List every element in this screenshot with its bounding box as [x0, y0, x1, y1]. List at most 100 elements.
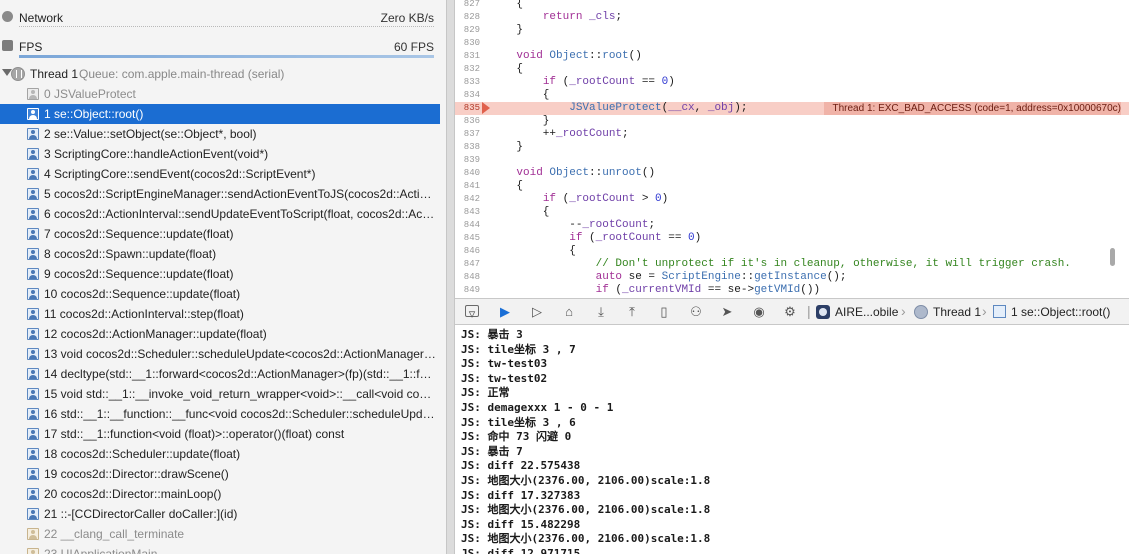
stack-frame-row[interactable]: 4 ScriptingCore::sendEvent(cocos2d::Scri… — [0, 164, 440, 184]
stack-frame-icon — [27, 328, 39, 340]
breakpoints-toggle-button[interactable]: ▶ — [497, 304, 513, 319]
stack-frame-icon — [27, 428, 39, 440]
line-number: 841 — [463, 181, 480, 191]
hide-debug-area-button[interactable]: ▿ — [465, 305, 479, 321]
code-text: } — [490, 24, 524, 36]
line-number: 847 — [463, 259, 480, 269]
code-line: 828 return _cls; — [455, 11, 1129, 24]
stack-frame-row[interactable]: 16 std::__1::__function::__func<void coc… — [0, 404, 440, 424]
stack-frame-icon — [27, 348, 39, 360]
stack-frame-icon — [27, 228, 39, 240]
code-text: if (_rootCount == 0) — [569, 232, 702, 244]
step-over-button[interactable]: ⌂ — [561, 304, 577, 319]
separator: | — [807, 303, 811, 319]
console-line: JS: tile坐标 3 , 6 — [461, 415, 576, 429]
line-number: 840 — [463, 168, 480, 178]
line-number: 838 — [463, 142, 480, 152]
thread-icon — [914, 305, 928, 319]
stack-frame-row[interactable]: 17 std::__1::function<void (float)>::ope… — [0, 424, 440, 444]
code-line: 834 { — [455, 89, 1129, 102]
stack-frame-row[interactable]: 10 cocos2d::Sequence::update(float) — [0, 284, 440, 304]
stack-frame-icon — [27, 148, 39, 160]
console-line: JS: 正常 — [461, 386, 510, 400]
code-line: 845 if (_rootCount == 0) — [455, 232, 1129, 245]
stack-frame-row[interactable]: 5 cocos2d::ScriptEngineManager::sendActi… — [0, 184, 440, 204]
view-hierarchy-button[interactable]: ▯ — [656, 304, 672, 319]
line-number: 833 — [463, 77, 480, 87]
thread-queue: Queue: com.apple.main-thread (serial) — [79, 67, 285, 81]
stack-frame-row[interactable]: 12 cocos2d::ActionManager::update(float) — [0, 324, 440, 344]
memory-graph-button[interactable]: ⚇ — [688, 304, 704, 319]
thread-name: Thread 1 — [30, 67, 79, 81]
console-output[interactable]: JS: 暴击 3 JS: tile坐标 3 , 7 JS: tw-test03 JS:… — [455, 325, 1129, 554]
breadcrumb-thread[interactable]: Thread 1 — [933, 305, 981, 319]
step-into-button[interactable]: ⤓ — [593, 304, 609, 319]
step-out-button[interactable]: ⤒ — [624, 304, 640, 319]
network-gauge-icon — [2, 11, 13, 22]
gauge-name: Network — [19, 11, 64, 25]
stack-frame-row[interactable]: 15 void std::__1::__invoke_void_return_w… — [0, 384, 440, 404]
stack-frame-row[interactable]: 13 void cocos2d::Scheduler::scheduleUpda… — [0, 344, 440, 364]
code-text: return _cls; — [542, 11, 623, 23]
gauge-baseline — [19, 26, 434, 27]
stack-frame-row[interactable]: 19 cocos2d::Director::drawScene() — [0, 464, 440, 484]
code-line: 841 { — [455, 180, 1129, 193]
stack-frame-icon — [27, 128, 39, 140]
code-text: { — [490, 245, 576, 257]
stack-frame-row[interactable]: 1 se::Object::root() — [0, 104, 440, 124]
source-editor[interactable]: 827 {828 return _cls; 829 } 830 831 void Ob… — [455, 0, 1129, 298]
code-text: { — [490, 0, 524, 10]
stack-frame-row[interactable]: 23 UIApplicationMain — [0, 544, 440, 554]
stack-frame-row[interactable]: 3 ScriptingCore::handleActionEvent(void*… — [0, 144, 440, 164]
stack-frame-icon — [27, 168, 39, 180]
location-button[interactable]: ➤ — [719, 304, 735, 319]
editor-scrollbar[interactable] — [1110, 248, 1115, 266]
code-text: if (_currentVMId == se->getVMId()) — [595, 284, 821, 296]
stack-frame-row[interactable]: 22 __clang_call_terminate — [0, 524, 440, 544]
code-line: 843 { — [455, 206, 1129, 219]
stack-frame-icon — [27, 208, 39, 220]
split-view-divider[interactable] — [446, 0, 455, 554]
code-line: 844 --_rootCount; — [455, 219, 1129, 232]
console-line: JS: diff 12.971715 — [461, 547, 581, 554]
line-number: 829 — [463, 25, 480, 35]
console-line: JS: tile坐标 3 , 7 — [461, 342, 576, 356]
code-line: 830 — [455, 37, 1129, 50]
stack-frame-row[interactable]: 7 cocos2d::Sequence::update(float) — [0, 224, 440, 244]
stack-frame-row[interactable]: 11 cocos2d::ActionInterval::step(float) — [0, 304, 440, 324]
stack-frame-row[interactable]: 18 cocos2d::Scheduler::update(float) — [0, 444, 440, 464]
stack-frame-label: 14 decltype(std::__1::forward<cocos2d::A… — [44, 367, 436, 381]
code-text: { — [490, 180, 524, 192]
stack-frame-icon — [27, 448, 39, 460]
stack-frame-row[interactable]: 21 ::-[CCDirectorCaller doCaller:](id) — [0, 504, 440, 524]
stack-frame-row[interactable]: 0 JSValueProtect — [0, 84, 440, 104]
breadcrumb-app[interactable]: AIRE...obile — [835, 305, 898, 319]
stack-frame-row[interactable]: 6 cocos2d::ActionInterval::sendUpdateEve… — [0, 204, 440, 224]
code-line: 833 if (_rootCount == 0) — [455, 76, 1129, 89]
network-gauge[interactable]: Network Zero KB/s — [0, 2, 440, 31]
breadcrumb-frame[interactable]: 1 se::Object::root() — [1011, 305, 1110, 319]
continue-button[interactable]: ▷ — [529, 304, 545, 319]
stack-frame-icon — [27, 188, 39, 200]
code-text: } — [490, 115, 550, 127]
error-message[interactable]: Thread 1: EXC_BAD_ACCESS (code=1, addres… — [824, 102, 1121, 115]
fps-gauge[interactable]: FPS 60 FPS — [0, 31, 440, 60]
thread-icon — [11, 67, 25, 81]
thread-row[interactable]: Thread 1 Queue: com.apple.main-thread (s… — [0, 64, 440, 84]
gear-icon[interactable]: ⚙ — [782, 304, 798, 319]
stack-frame-row[interactable]: 9 cocos2d::Sequence::update(float) — [0, 264, 440, 284]
console-line: JS: tw-test02 — [461, 371, 548, 385]
error-marker-icon[interactable] — [482, 102, 490, 114]
stack-frame-row[interactable]: 2 se::Value::setObject(se::Object*, bool… — [0, 124, 440, 144]
console-line: JS: 暴击 7 — [461, 444, 523, 458]
stack-frame-row[interactable]: 8 cocos2d::Spawn::update(float) — [0, 244, 440, 264]
code-text: void Object::root() — [516, 50, 642, 62]
stack-frame-icon — [27, 308, 39, 320]
stack-frame-label: 1 se::Object::root() — [44, 107, 144, 121]
line-number: 843 — [463, 207, 480, 217]
stack-frame-row[interactable]: 14 decltype(std::__1::forward<cocos2d::A… — [0, 364, 440, 384]
camera-icon[interactable]: ◉ — [751, 304, 767, 319]
stack-frame-row[interactable]: 20 cocos2d::Director::mainLoop() — [0, 484, 440, 504]
console-line: JS: 暴击 3 — [461, 328, 523, 341]
stack-frame-icon — [27, 408, 39, 420]
